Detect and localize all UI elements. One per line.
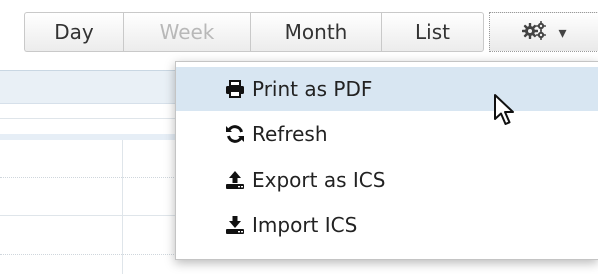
menu-item-import-ics[interactable]: Import ICS [176, 203, 598, 247]
view-switcher: Day Week Month List [24, 12, 484, 52]
menu-item-print-pdf[interactable]: Print as PDF [176, 67, 598, 111]
grid-column-line [122, 140, 123, 274]
menu-item-label: Export as ICS [252, 168, 386, 192]
menu-item-export-ics[interactable]: Export as ICS [176, 158, 598, 202]
settings-menu-button[interactable]: ▾ [489, 12, 598, 52]
mouse-cursor-icon [493, 93, 515, 131]
menu-item-label: Import ICS [252, 213, 358, 237]
week-view-button: Week [123, 12, 250, 52]
download-icon [224, 215, 246, 235]
day-view-button[interactable]: Day [24, 12, 123, 52]
gears-icon [522, 20, 548, 44]
menu-item-label: Print as PDF [252, 77, 373, 101]
printer-icon [224, 80, 246, 98]
menu-item-label: Refresh [252, 122, 328, 146]
settings-dropdown-menu: Print as PDF Refresh Export as ICS Impor… [175, 61, 598, 260]
chevron-down-icon: ▾ [558, 22, 567, 42]
refresh-icon [224, 124, 246, 144]
upload-icon [224, 170, 246, 190]
menu-item-refresh[interactable]: Refresh [176, 112, 598, 156]
calendar-app: Day Week Month List ▾ Print as PDF Refre… [0, 0, 598, 274]
list-view-button[interactable]: List [381, 12, 484, 52]
month-view-button[interactable]: Month [250, 12, 381, 52]
